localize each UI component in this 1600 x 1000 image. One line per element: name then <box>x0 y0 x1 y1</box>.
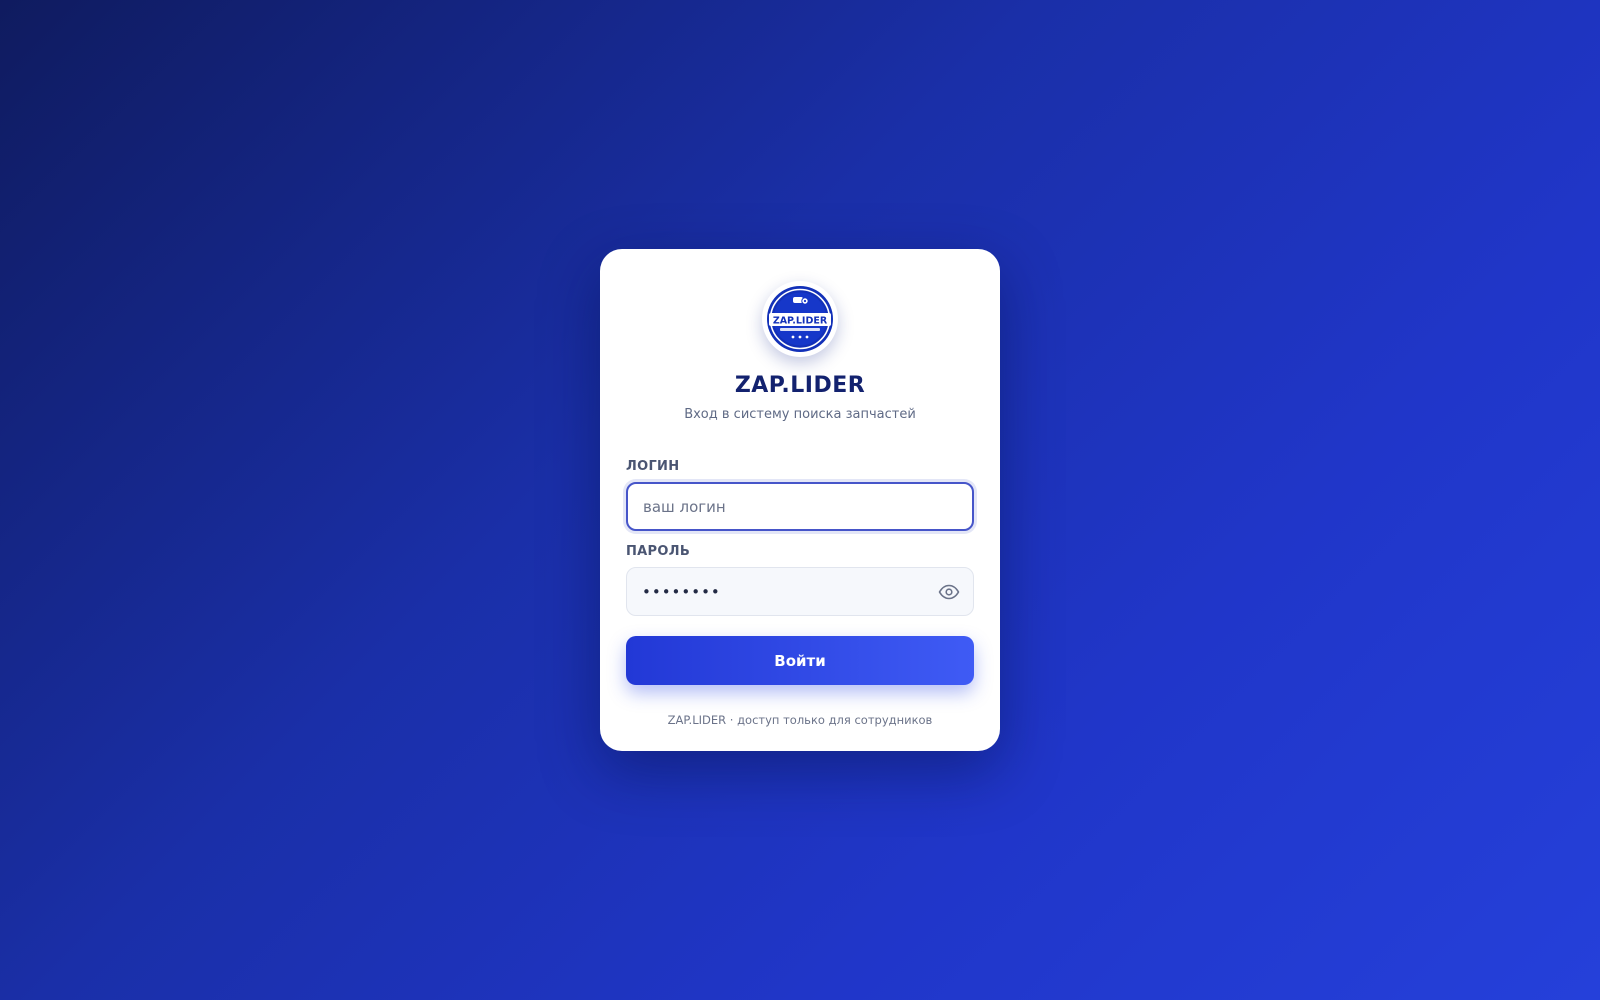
login-button[interactable]: Войти <box>626 636 974 685</box>
login-label: ЛОГИН <box>626 459 680 474</box>
eye-icon[interactable] <box>937 581 961 603</box>
brand-logo: ZAP.LIDER <box>762 281 838 357</box>
logo-emblem-icon: ZAP.LIDER <box>767 286 833 352</box>
page-title: ZAP.LIDER <box>734 373 866 398</box>
login-input[interactable] <box>628 484 918 529</box>
footer-note: ZAP.LIDER · доступ только для сотруднико… <box>667 713 933 727</box>
password-field-container <box>626 567 974 616</box>
login-card: ZAP.LIDER ZAP.LIDER Вход в систему поиск… <box>600 249 1000 751</box>
logo-text: ZAP.LIDER <box>773 316 828 327</box>
password-label: ПАРОЛЬ <box>626 544 691 559</box>
page-subtitle: Вход в систему поиска запчастей <box>684 407 916 422</box>
password-input[interactable] <box>627 568 917 615</box>
login-field-container <box>626 482 974 531</box>
